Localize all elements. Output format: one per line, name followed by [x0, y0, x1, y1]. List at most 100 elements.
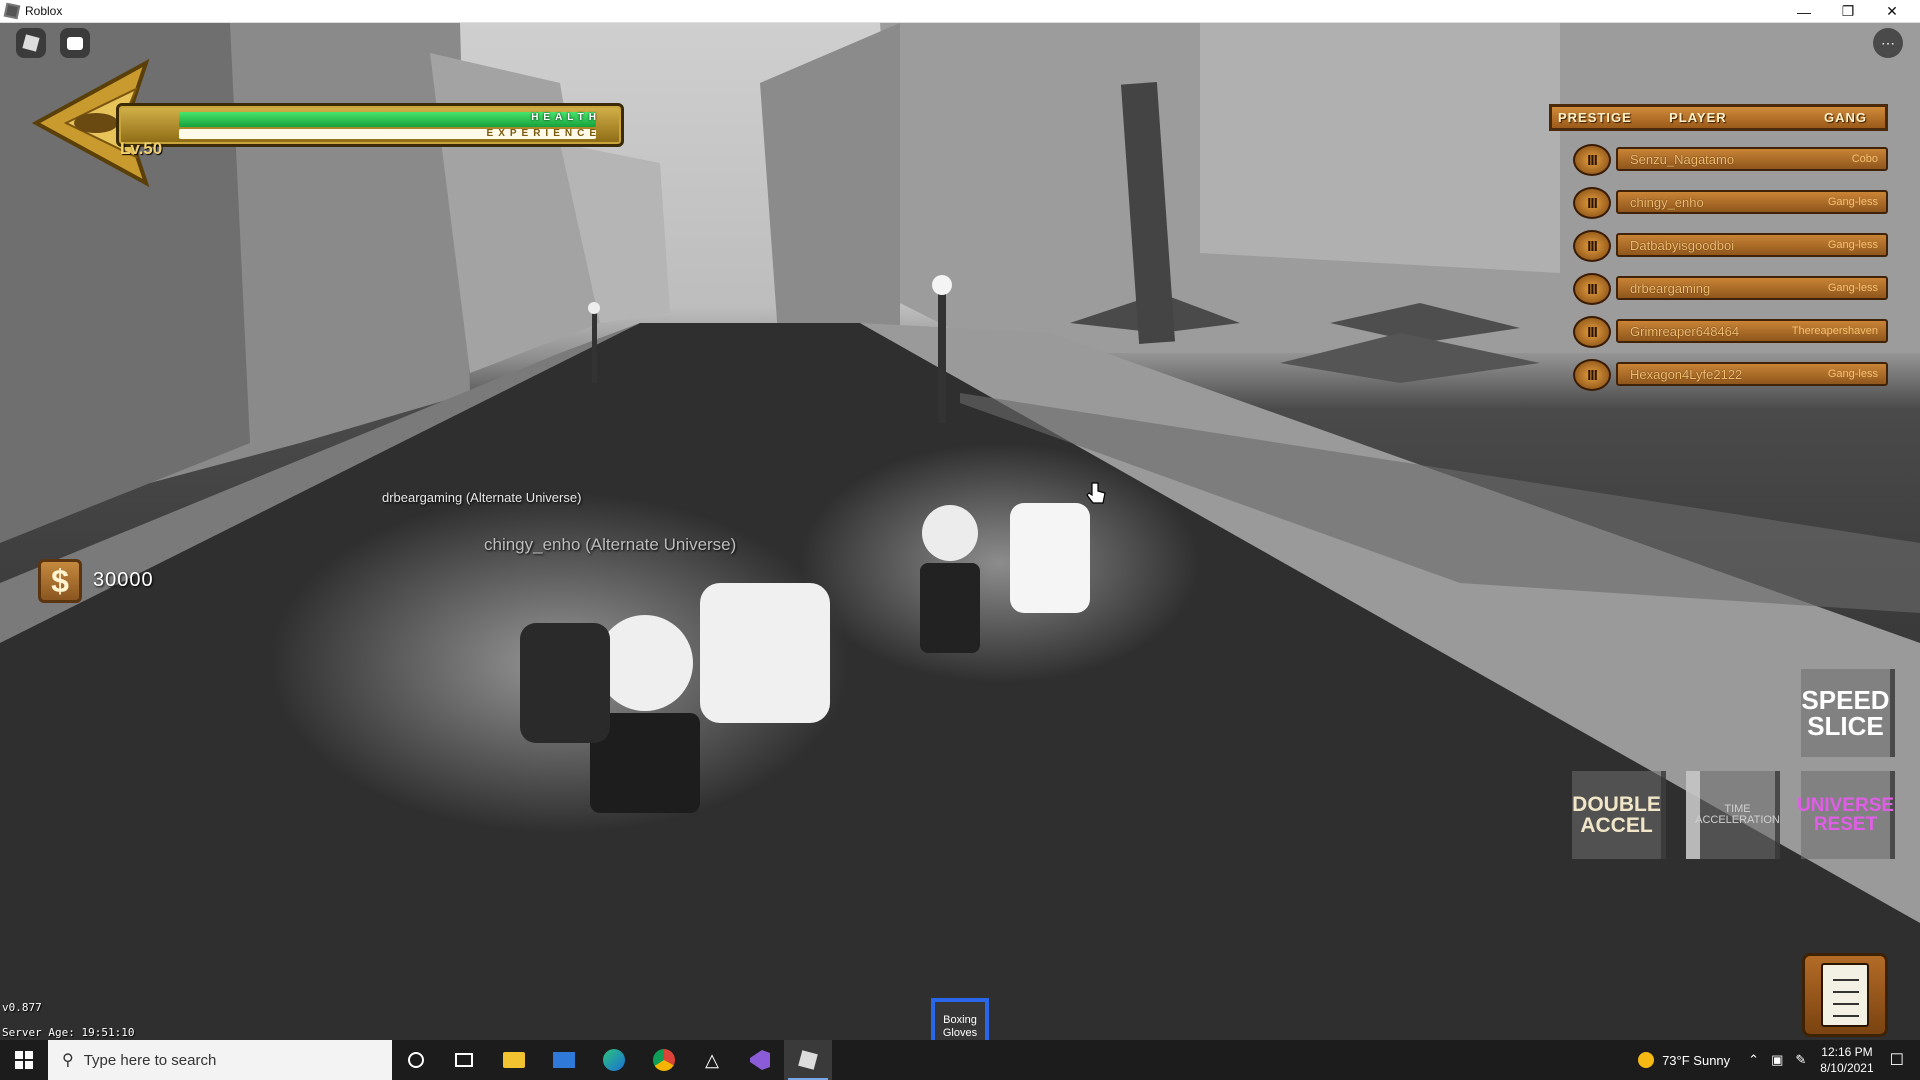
leaderboard-col-player: PLAYER — [1669, 110, 1727, 125]
mail-icon — [553, 1052, 575, 1068]
game-viewport[interactable]: drbeargaming (Alternate Universe) chingy… — [0, 23, 1920, 1040]
clock-date: 8/10/2021 — [1820, 1061, 1874, 1075]
roblox-icon — [798, 1050, 818, 1070]
cortana-circle-icon — [408, 1052, 424, 1068]
prestige-badge: III — [1573, 230, 1611, 262]
start-button[interactable] — [0, 1040, 48, 1080]
server-age-label: Server Age: 19:51:10 — [2, 1026, 135, 1039]
show-hidden-icons-chevron-icon[interactable]: ⌃ — [1748, 1052, 1759, 1068]
double-accel-label: DOUBLE ACCEL — [1572, 793, 1661, 837]
leaderboard-col-gang: GANG — [1823, 110, 1867, 125]
taskbar: ⚲ Type here to search △ 73°F Sunny ⌃ ▣ ✎… — [0, 1040, 1920, 1080]
overhead-name-drbeargaming: drbeargaming (Alternate Universe) — [382, 490, 582, 505]
prestige-badge: III — [1573, 273, 1611, 305]
search-placeholder: Type here to search — [83, 1051, 217, 1069]
ellipsis-icon: ⋯ — [1881, 35, 1895, 51]
roblox-taskbar-button[interactable] — [784, 1040, 832, 1080]
window-title: Roblox — [25, 4, 63, 18]
leaderboard-gang-name: Thereapershaven — [1791, 325, 1878, 337]
leaderboard-row[interactable]: III Senzu_Nagatamo Cobo — [1573, 144, 1888, 176]
leaderboard-player-name: Hexagon4Lyfe2122 — [1630, 367, 1743, 382]
inventory-button[interactable] — [1802, 953, 1888, 1037]
dollar-icon: $ — [38, 559, 82, 603]
prestige-badge: III — [1573, 316, 1611, 348]
file-explorer-button[interactable] — [490, 1040, 538, 1080]
leaderboard-plate: Grimreaper648464 Thereapershaven — [1616, 319, 1888, 343]
leaderboard-player-name: drbeargaming — [1630, 281, 1711, 296]
task-view-icon — [455, 1053, 473, 1067]
leaderboard-plate: chingy_enho Gang-less — [1616, 190, 1888, 214]
leaderboard-plate: Senzu_Nagatamo Cobo — [1616, 147, 1888, 171]
speed-slice-label: SPEED SLICE — [1801, 685, 1890, 741]
health-label: HEALTH — [531, 112, 601, 123]
chrome-icon — [653, 1049, 675, 1071]
minimize-button[interactable]: — — [1782, 0, 1826, 23]
search-icon: ⚲ — [62, 1052, 74, 1069]
version-label: v0.877 — [2, 1001, 42, 1014]
system-tray: 73°F Sunny ⌃ ▣ ✎ 12:16 PM 8/10/2021 ☐ — [1638, 1040, 1920, 1080]
leaderboard-plate: Hexagon4Lyfe2122 Gang-less — [1616, 362, 1888, 386]
leaderboard-player-name: Datbabyisgoodboi — [1630, 238, 1735, 253]
time-acceleration-button[interactable]: TIME ACCELERATION — [1686, 771, 1780, 859]
leaderboard-player-name: chingy_enho — [1630, 195, 1704, 210]
leaderboard-row[interactable]: III Grimreaper648464 Thereapershaven — [1573, 316, 1888, 348]
leaderboard-player-name: Senzu_Nagatamo — [1630, 152, 1735, 167]
leaderboard-plate: drbeargaming Gang-less — [1616, 276, 1888, 300]
sun-weather-icon — [1638, 1052, 1655, 1068]
leaderboard-row[interactable]: III Hexagon4Lyfe2122 Gang-less — [1573, 359, 1888, 391]
roblox-app-icon — [3, 2, 21, 20]
leaderboard-plate: Datbabyisgoodboi Gang-less — [1616, 233, 1888, 257]
leaderboard-header: PRESTIGE PLAYER GANG — [1549, 104, 1888, 131]
hotbar-slot-label: Boxing Gloves — [942, 1013, 978, 1039]
universe-reset-label: UNIVERSE RESET — [1796, 795, 1895, 835]
list-document-icon — [1821, 963, 1869, 1027]
leaderboard-gang-name: Gang-less — [1827, 368, 1878, 380]
experience-label: EXPERIENCE — [486, 128, 601, 139]
folder-icon — [503, 1052, 525, 1068]
prestige-badge: III — [1573, 144, 1611, 176]
leaderboard-row[interactable]: III chingy_enho Gang-less — [1573, 187, 1888, 219]
prestige-badge: III — [1573, 359, 1611, 391]
speed-slice-button[interactable]: SPEED SLICE — [1801, 669, 1895, 757]
task-view-button[interactable] — [440, 1040, 488, 1080]
more-options-button[interactable]: ⋯ — [1873, 28, 1903, 58]
roblox-logo-icon — [22, 34, 40, 52]
leaderboard-row[interactable]: III Datbabyisgoodboi Gang-less — [1573, 230, 1888, 262]
weather-text[interactable]: 73°F Sunny — [1662, 1053, 1730, 1068]
double-accel-button[interactable]: DOUBLE ACCEL — [1572, 771, 1666, 859]
leaderboard-gang-name: Gang-less — [1827, 282, 1878, 294]
leaderboard-player-name: Grimreaper648464 — [1630, 324, 1740, 339]
taskbar-clock[interactable]: 12:16 PM 8/10/2021 — [1820, 1044, 1873, 1076]
cortana-button[interactable] — [392, 1040, 440, 1080]
taskbar-search-box[interactable]: ⚲ Type here to search — [48, 1040, 392, 1080]
leaderboard-col-prestige: PRESTIGE — [1558, 110, 1632, 125]
hotbar-slot-boxing-gloves[interactable]: Boxing Gloves — [931, 998, 989, 1040]
leaderboard-gang-name: Gang-less — [1827, 196, 1878, 208]
restore-button[interactable]: ❐ — [1826, 0, 1870, 23]
leaderboard-row[interactable]: III drbeargaming Gang-less — [1573, 273, 1888, 305]
overhead-name-chingy: chingy_enho (Alternate Universe) — [484, 535, 737, 554]
window-titlebar: Roblox — ❐ ✕ — [0, 0, 1920, 23]
edge-icon — [603, 1049, 625, 1071]
prestige-badge: III — [1573, 187, 1611, 219]
mail-button[interactable] — [540, 1040, 588, 1080]
meet-now-icon[interactable]: ▣ — [1771, 1052, 1783, 1068]
notification-center-icon[interactable]: ☐ — [1890, 1050, 1904, 1070]
universe-reset-button[interactable]: UNIVERSE RESET — [1797, 771, 1895, 859]
visual-studio-icon — [750, 1050, 770, 1070]
edge-button[interactable] — [590, 1040, 638, 1080]
chat-bubble-icon — [67, 36, 83, 50]
pen-icon[interactable]: ✎ — [1795, 1052, 1806, 1068]
clock-time: 12:16 PM — [1821, 1045, 1873, 1059]
player-level: Lv.50 — [120, 139, 163, 158]
windows-logo-icon — [15, 1051, 33, 1069]
hand-cursor-icon — [1086, 482, 1106, 504]
visual-studio-button[interactable] — [736, 1040, 784, 1080]
health-experience-bar: HEALTH EXPERIENCE — [116, 103, 624, 147]
close-button[interactable]: ✕ — [1870, 0, 1914, 23]
unity-button[interactable]: △ — [688, 1040, 736, 1080]
leaderboard-gang-name: Gang-less — [1827, 239, 1878, 251]
time-acceleration-label: TIME ACCELERATION — [1695, 803, 1780, 826]
chrome-button[interactable] — [640, 1040, 688, 1080]
leaderboard-gang-name: Cobo — [1851, 153, 1878, 165]
